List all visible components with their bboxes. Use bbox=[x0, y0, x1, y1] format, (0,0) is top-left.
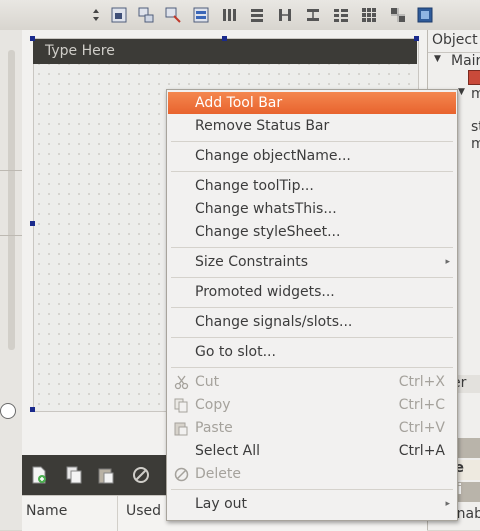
layout-horizontal-icon[interactable] bbox=[220, 6, 238, 24]
menu-item-delete[interactable]: Delete bbox=[168, 463, 456, 485]
column-header-name[interactable]: Name bbox=[26, 503, 67, 519]
menu-item-select-all[interactable]: Select All Ctrl+A bbox=[168, 440, 456, 462]
delete-icon bbox=[174, 467, 189, 482]
tree-item-menu[interactable]: m bbox=[471, 86, 480, 102]
menu-item-label: Go to slot... bbox=[195, 344, 276, 360]
menu-item-label: Copy bbox=[195, 397, 231, 413]
edit-signals-icon[interactable] bbox=[137, 6, 155, 24]
new-action-icon[interactable] bbox=[31, 466, 47, 484]
context-menu: Add Tool Bar Remove Status Bar Change ob… bbox=[166, 89, 458, 521]
menu-item-shortcut: Ctrl+X bbox=[398, 374, 445, 390]
menu-separator bbox=[171, 307, 453, 308]
menu-item-lay-out[interactable]: Lay out ▸ bbox=[168, 493, 456, 515]
radio-button[interactable] bbox=[0, 403, 16, 419]
menu-item-label: Select All bbox=[195, 443, 260, 459]
menu-item-promoted-widgets[interactable]: Promoted widgets... bbox=[168, 281, 456, 303]
menu-separator bbox=[171, 277, 453, 278]
menu-item-label: Remove Status Bar bbox=[195, 118, 330, 134]
paste-icon bbox=[174, 421, 189, 436]
expand-arrow-icon[interactable]: ▼ bbox=[434, 54, 441, 64]
menu-item-label: Change styleSheet... bbox=[195, 224, 341, 240]
layout-grid-icon[interactable] bbox=[360, 6, 378, 24]
expand-arrow-icon[interactable]: ▼ bbox=[458, 87, 465, 97]
selection-handle[interactable] bbox=[222, 36, 227, 41]
menu-item-label: Change signals/slots... bbox=[195, 314, 353, 330]
copy-icon bbox=[174, 398, 189, 413]
layout-form-icon[interactable] bbox=[332, 6, 350, 24]
object-inspector-header: Object bbox=[432, 32, 478, 48]
menu-item-change-signals-slots[interactable]: Change signals/slots... bbox=[168, 311, 456, 333]
menu-item-label: Change objectName... bbox=[195, 148, 351, 164]
layout-splitter-vertical-icon[interactable] bbox=[304, 6, 322, 24]
main-toolbar bbox=[0, 0, 480, 31]
tree-item-menubar[interactable]: m bbox=[471, 136, 480, 152]
menu-item-paste[interactable]: Paste Ctrl+V bbox=[168, 417, 456, 439]
selection-handle[interactable] bbox=[414, 36, 419, 41]
submenu-arrow-icon: ▸ bbox=[445, 499, 450, 509]
menu-item-remove-status-bar[interactable]: Remove Status Bar bbox=[168, 115, 456, 137]
menu-item-label: Lay out bbox=[195, 496, 248, 512]
paste-action-icon[interactable] bbox=[98, 466, 114, 484]
menu-separator bbox=[171, 247, 453, 248]
delete-action-icon[interactable] bbox=[132, 466, 150, 484]
edit-buddies-icon[interactable] bbox=[164, 6, 182, 24]
column-divider bbox=[117, 496, 118, 531]
menu-item-label: Change toolTip... bbox=[195, 178, 314, 194]
menu-item-shortcut: Ctrl+V bbox=[398, 420, 445, 436]
tree-item-statusbar[interactable]: st bbox=[471, 119, 480, 135]
edit-widgets-icon[interactable] bbox=[110, 6, 128, 24]
menu-item-shortcut: Ctrl+C bbox=[398, 397, 445, 413]
break-layout-icon[interactable] bbox=[389, 6, 407, 24]
menu-item-add-tool-bar[interactable]: Add Tool Bar bbox=[168, 92, 456, 114]
menu-separator bbox=[171, 171, 453, 172]
selection-handle[interactable] bbox=[30, 407, 35, 412]
menu-item-label: Size Constraints bbox=[195, 254, 309, 270]
menu-item-label: Paste bbox=[195, 420, 233, 436]
widget-box-panel bbox=[0, 30, 23, 530]
menu-item-size-constraints[interactable]: Size Constraints ▸ bbox=[168, 251, 456, 273]
menu-item-change-objectname[interactable]: Change objectName... bbox=[168, 145, 456, 167]
widget-icon bbox=[468, 70, 480, 85]
layout-splitter-horizontal-icon[interactable] bbox=[276, 6, 294, 24]
menu-item-go-to-slot[interactable]: Go to slot... bbox=[168, 341, 456, 363]
selection-handle[interactable] bbox=[30, 36, 35, 41]
menu-item-change-whatsthis[interactable]: Change whatsThis... bbox=[168, 198, 456, 220]
menu-item-label: Add Tool Bar bbox=[195, 95, 283, 111]
panel-divider bbox=[0, 235, 22, 236]
menu-item-copy[interactable]: Copy Ctrl+C bbox=[168, 394, 456, 416]
panel-divider bbox=[0, 170, 22, 171]
copy-action-icon[interactable] bbox=[66, 466, 82, 484]
menu-item-shortcut: Ctrl+A bbox=[398, 443, 445, 459]
left-scrollbar[interactable] bbox=[8, 50, 15, 350]
menu-separator bbox=[171, 367, 453, 368]
menu-item-label: Delete bbox=[195, 466, 241, 482]
menu-separator bbox=[171, 489, 453, 490]
menu-item-label: Change whatsThis... bbox=[195, 201, 337, 217]
adjust-size-icon[interactable] bbox=[416, 6, 434, 24]
menu-item-label: Promoted widgets... bbox=[195, 284, 335, 300]
menu-item-label: Cut bbox=[195, 374, 220, 390]
menu-separator bbox=[171, 141, 453, 142]
menu-item-cut[interactable]: Cut Ctrl+X bbox=[168, 371, 456, 393]
menu-separator bbox=[171, 337, 453, 338]
selection-handle[interactable] bbox=[30, 221, 35, 226]
column-header-used[interactable]: Used bbox=[126, 503, 161, 519]
layout-vertical-icon[interactable] bbox=[248, 6, 266, 24]
form-menubar[interactable]: Type Here bbox=[33, 39, 417, 64]
tree-item-main[interactable]: Mair bbox=[451, 53, 480, 69]
edit-tab-order-icon[interactable] bbox=[192, 6, 210, 24]
scissors-icon bbox=[174, 375, 189, 390]
toolbar-overflow-icon[interactable] bbox=[87, 6, 105, 24]
menu-item-change-stylesheet[interactable]: Change styleSheet... bbox=[168, 221, 456, 243]
menubar-placeholder[interactable]: Type Here bbox=[45, 43, 115, 59]
submenu-arrow-icon: ▸ bbox=[445, 257, 450, 267]
menu-item-change-tooltip[interactable]: Change toolTip... bbox=[168, 175, 456, 197]
